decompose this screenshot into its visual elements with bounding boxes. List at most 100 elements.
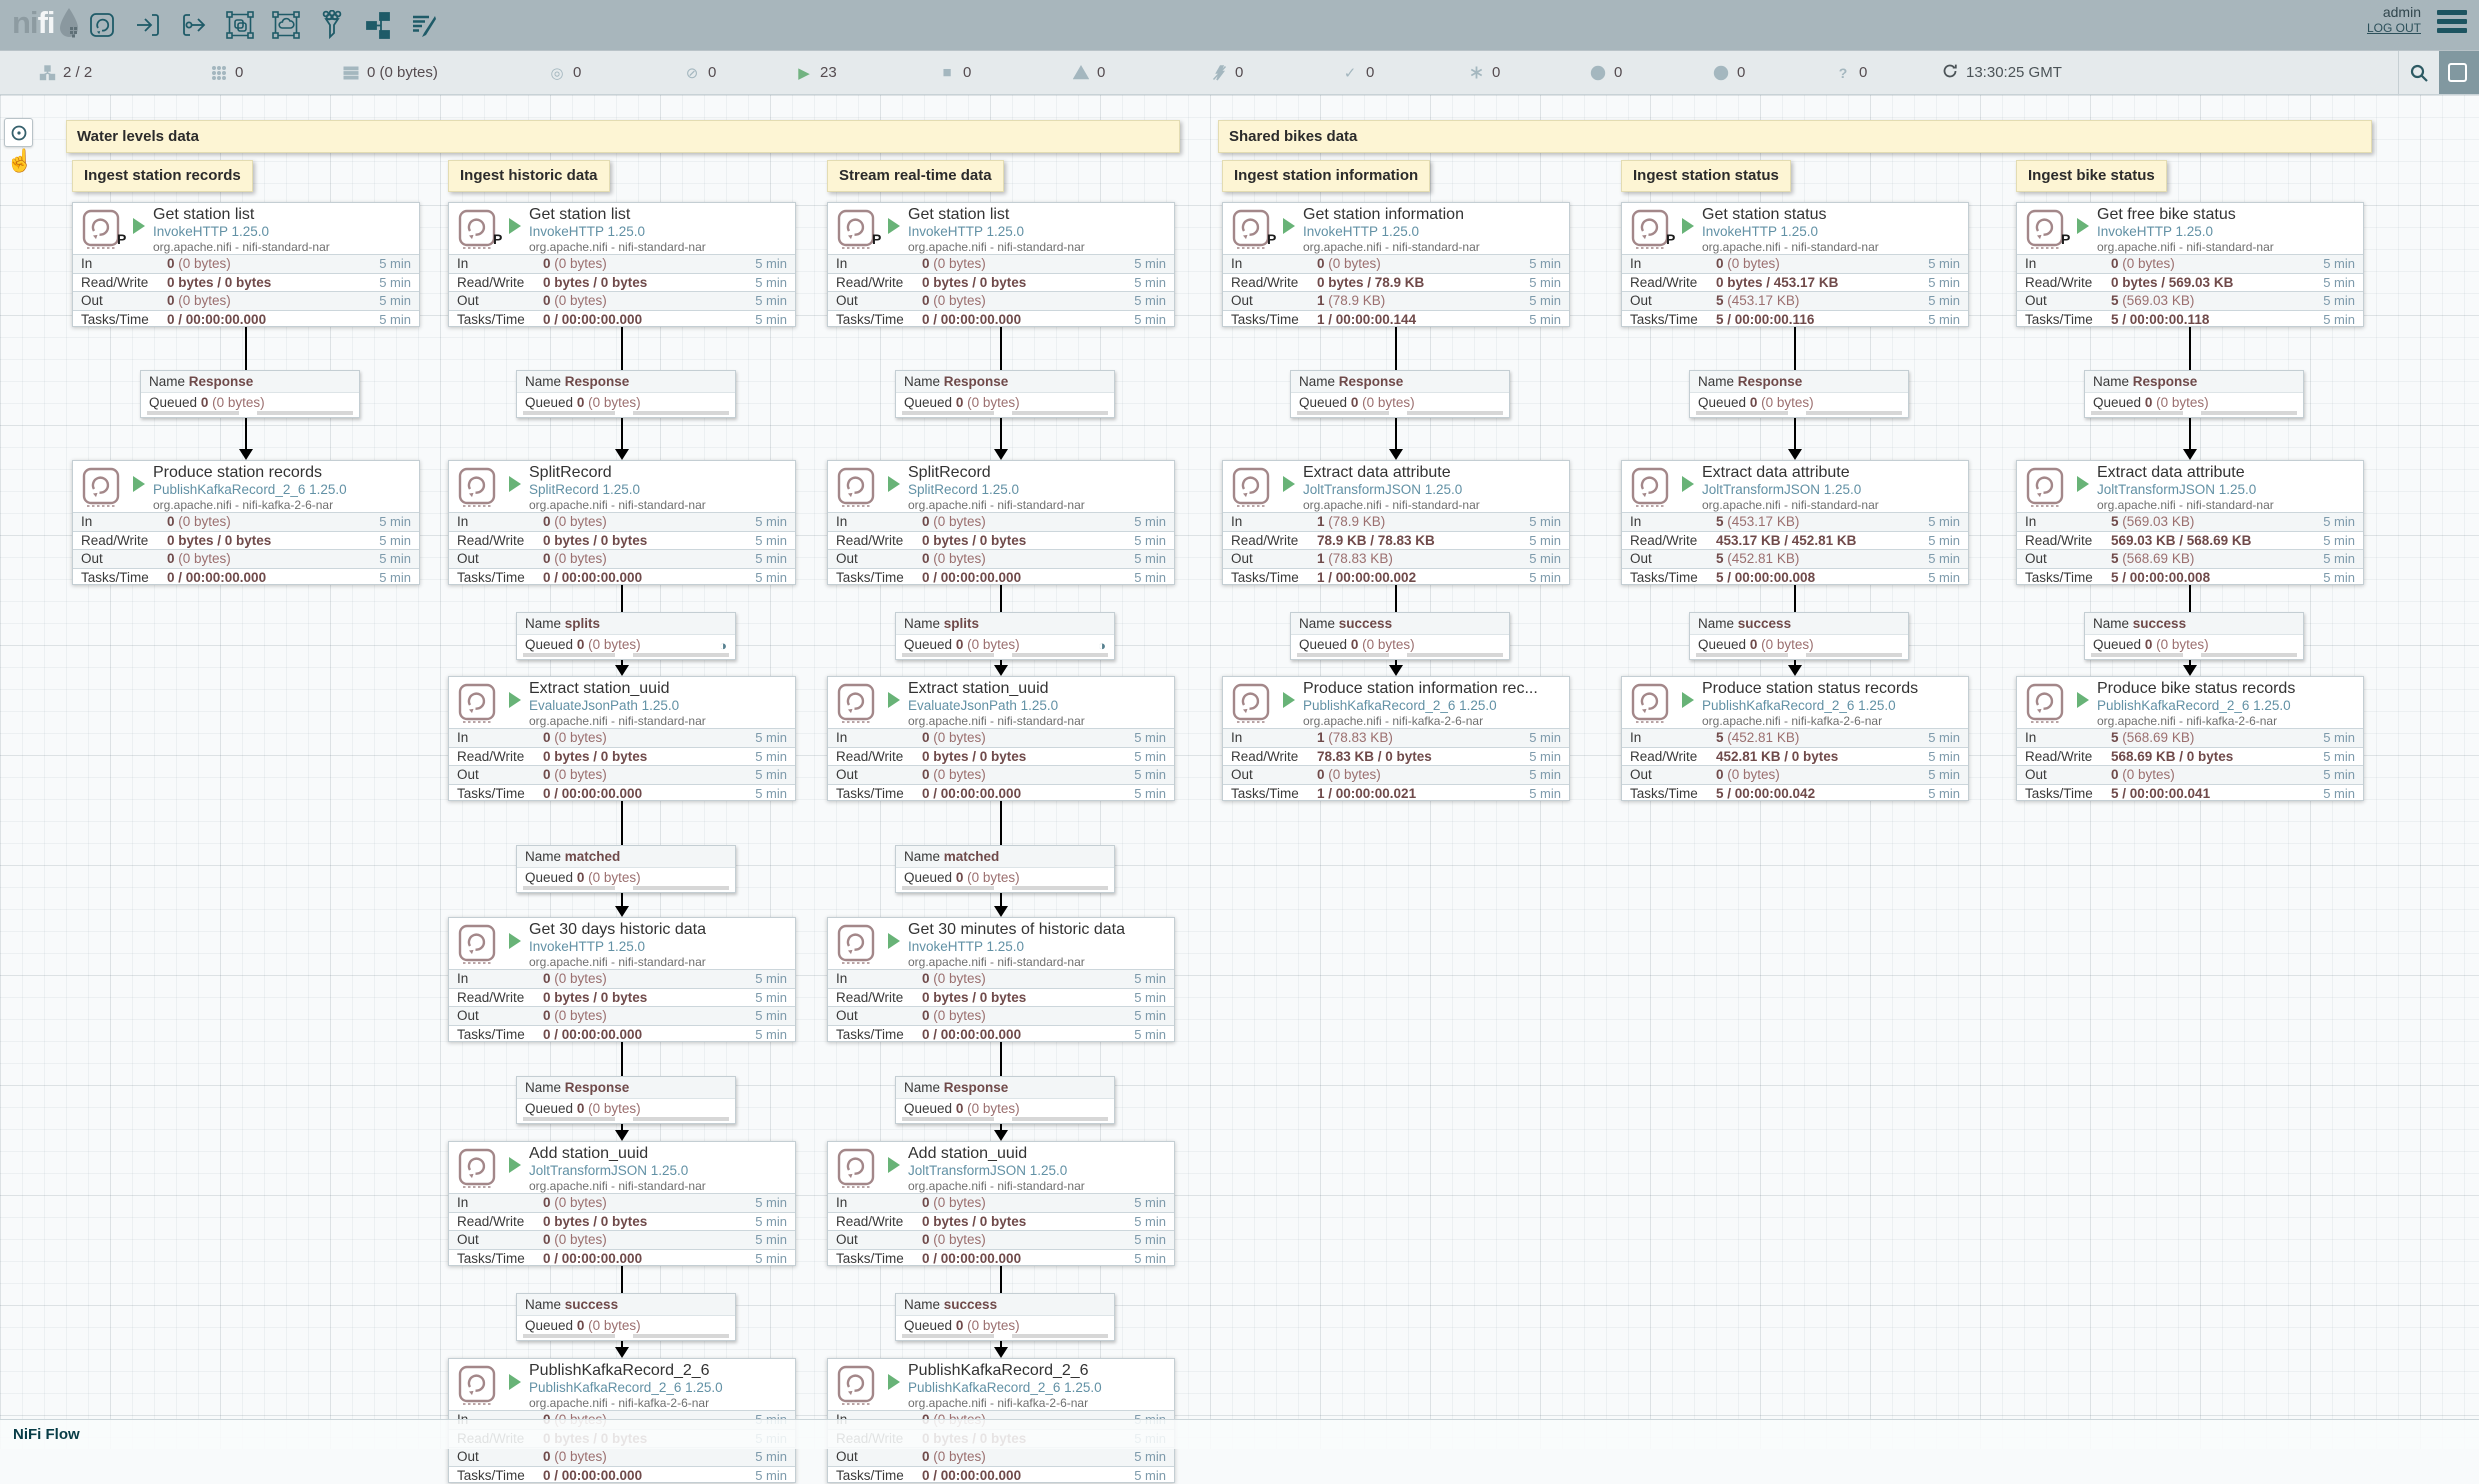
connection-label[interactable]: Name Response Queued 0 (0 bytes): [516, 1076, 736, 1124]
processor-type: InvokeHTTP 1.25.0: [153, 224, 415, 240]
processor[interactable]: SplitRecord SplitRecord 1.25.0 org.apach…: [827, 460, 1175, 585]
processor[interactable]: SplitRecord SplitRecord 1.25.0 org.apach…: [448, 460, 796, 585]
processor[interactable]: Get 30 minutes of historic data InvokeHT…: [827, 917, 1175, 1042]
label-icon[interactable]: [408, 9, 440, 41]
compass-icon: [10, 124, 28, 142]
running-status-icon: [133, 476, 145, 492]
stat-row-read-write: Read/Write 453.17 KB / 452.81 KB 5 min: [1622, 531, 1968, 550]
connection-label[interactable]: Name matched Queued 0 (0 bytes): [516, 845, 736, 893]
processor[interactable]: P Get station information InvokeHTTP 1.2…: [1222, 202, 1570, 327]
corner-square-button[interactable]: [2439, 51, 2479, 94]
processor-name: Get free bike status: [2097, 206, 2359, 224]
processor[interactable]: P Get station status InvokeHTTP 1.25.0 o…: [1621, 202, 1969, 327]
processor[interactable]: P Get station list InvokeHTTP 1.25.0 org…: [72, 202, 420, 327]
funnel-icon[interactable]: [316, 9, 348, 41]
group-label[interactable]: Water levels data: [66, 120, 1180, 153]
stat-not-transmitting: ⊘ 0: [683, 51, 716, 94]
connection-label[interactable]: Name success Queued 0 (0 bytes): [516, 1293, 736, 1341]
template-icon[interactable]: [362, 9, 394, 41]
connection-arrowhead: [615, 1347, 629, 1358]
queue-count-bar: [902, 653, 994, 657]
processor-bundle: org.apache.nifi - nifi-standard-nar: [908, 240, 1170, 254]
processor[interactable]: Add station_uuid JoltTransformJSON 1.25.…: [827, 1141, 1175, 1266]
connection-label[interactable]: Name Response Queued 0 (0 bytes): [516, 370, 736, 418]
group-label[interactable]: Shared bikes data: [1218, 120, 2372, 153]
processor[interactable]: P Get station list InvokeHTTP 1.25.0 org…: [448, 202, 796, 327]
running-status-icon: [888, 692, 900, 708]
stat-row-read-write: Read/Write 78.83 KB / 0 bytes 5 min: [1223, 747, 1569, 766]
processor-name: Get station list: [908, 206, 1170, 224]
section-label[interactable]: Ingest historic data: [448, 160, 610, 192]
stat-row-read-write: Read/Write 0 bytes / 0 bytes 5 min: [828, 747, 1174, 766]
connection-label[interactable]: Name Response Queued 0 (0 bytes): [895, 370, 1115, 418]
search-button[interactable]: [2398, 51, 2439, 94]
processor[interactable]: Produce bike status records PublishKafka…: [2016, 676, 2364, 801]
stat-row-tasks-time: Tasks/Time 0 / 00:00:00.000 5 min: [828, 310, 1174, 329]
connection-label[interactable]: Name success Queued 0 (0 bytes): [895, 1293, 1115, 1341]
output-port-icon[interactable]: [178, 9, 210, 41]
connection-arrowhead: [994, 449, 1008, 460]
stat-row-out: Out 5 (569.03 KB) 5 min: [2017, 291, 2363, 310]
processor-type: InvokeHTTP 1.25.0: [2097, 224, 2359, 240]
stat-row-read-write: Read/Write 0 bytes / 0 bytes 5 min: [449, 988, 795, 1007]
connection-label[interactable]: Name Response Queued 0 (0 bytes): [895, 1076, 1115, 1124]
stat-row-read-write: Read/Write 78.9 KB / 78.83 KB 5 min: [1223, 531, 1569, 550]
processor-icon[interactable]: [86, 9, 118, 41]
queue-count-bar: [523, 411, 615, 415]
connection-label[interactable]: Name matched Queued 0 (0 bytes): [895, 845, 1115, 893]
processor-name: Get station information: [1303, 206, 1565, 224]
connection-queued-row: Queued 0 (0 bytes): [1690, 635, 1908, 659]
remote-process-group-icon[interactable]: [270, 9, 302, 41]
primary-node-badge: P: [493, 231, 502, 247]
breadcrumb-root[interactable]: NiFi Flow: [13, 1426, 80, 1443]
processor-type-icon: [1630, 208, 1670, 255]
processor[interactable]: P Get station list InvokeHTTP 1.25.0 org…: [827, 202, 1175, 327]
processor[interactable]: Produce station status records PublishKa…: [1621, 676, 1969, 801]
processor-type-icon: [457, 923, 497, 970]
processor[interactable]: Extract data attribute JoltTransformJSON…: [1621, 460, 1969, 585]
processor[interactable]: Get 30 days historic data InvokeHTTP 1.2…: [448, 917, 796, 1042]
stat-row-read-write: Read/Write 0 bytes / 569.03 KB 5 min: [2017, 273, 2363, 292]
connection-label[interactable]: Name Response Queued 0 (0 bytes): [1689, 370, 1909, 418]
processor-type-icon: [2025, 208, 2065, 255]
processor[interactable]: Extract data attribute JoltTransformJSON…: [1222, 460, 1570, 585]
process-group-icon[interactable]: [224, 9, 256, 41]
connection-name-row: Name splits: [517, 613, 735, 635]
navigate-palette-button[interactable]: [4, 118, 33, 147]
processor[interactable]: Extract station_uuid EvaluateJsonPath 1.…: [448, 676, 796, 801]
connection-label[interactable]: Name success Queued 0 (0 bytes): [1689, 612, 1909, 660]
connection-queued-row: Queued 0 (0 bytes): [517, 868, 735, 892]
connection-queued-row: Queued 0 (0 bytes): [2085, 635, 2303, 659]
processor[interactable]: P Get free bike status InvokeHTTP 1.25.0…: [2016, 202, 2364, 327]
processor[interactable]: Produce station records PublishKafkaReco…: [72, 460, 420, 585]
processor[interactable]: Extract data attribute JoltTransformJSON…: [2016, 460, 2364, 585]
connection-label[interactable]: Name success Queued 0 (0 bytes): [2084, 612, 2304, 660]
input-port-icon[interactable]: [132, 9, 164, 41]
hand-cursor-icon[interactable]: ☝: [6, 148, 33, 174]
global-menu-icon[interactable]: [2437, 10, 2467, 37]
processor-type: JoltTransformJSON 1.25.0: [2097, 482, 2359, 498]
flow-canvas[interactable]: Water levels data Shared bikes data Ingest…: [0, 95, 2479, 1449]
stat-row-in: In 0 (0 bytes) 5 min: [449, 512, 795, 531]
stat-row-in: In 0 (0 bytes) 5 min: [828, 969, 1174, 988]
square-outline-icon: [2448, 63, 2467, 82]
log-out-link[interactable]: LOG OUT: [2367, 20, 2421, 36]
connection-label[interactable]: Name splits Queued 0 (0 bytes) ◑: [895, 612, 1115, 660]
connection-label[interactable]: Name Response Queued 0 (0 bytes): [2084, 370, 2304, 418]
connection-label[interactable]: Name splits Queued 0 (0 bytes) ◑: [516, 612, 736, 660]
queue-size-bar: [2201, 653, 2297, 657]
section-label[interactable]: Ingest station records: [72, 160, 253, 192]
processor[interactable]: Extract station_uuid EvaluateJsonPath 1.…: [827, 676, 1175, 801]
section-label[interactable]: Ingest bike status: [2016, 160, 2167, 192]
connection-label[interactable]: Name success Queued 0 (0 bytes): [1290, 612, 1510, 660]
stat-row-in: In 0 (0 bytes) 5 min: [828, 254, 1174, 273]
connection-queued-row: Queued 0 (0 bytes): [1291, 635, 1509, 659]
processor-bundle: org.apache.nifi - nifi-standard-nar: [1303, 240, 1565, 254]
section-label[interactable]: Ingest station information: [1222, 160, 1430, 192]
connection-label[interactable]: Name Response Queued 0 (0 bytes): [140, 370, 360, 418]
section-label[interactable]: Ingest station status: [1621, 160, 1791, 192]
processor[interactable]: Produce station information rec... Publi…: [1222, 676, 1570, 801]
section-label[interactable]: Stream real-time data: [827, 160, 1004, 192]
connection-label[interactable]: Name Response Queued 0 (0 bytes): [1290, 370, 1510, 418]
processor[interactable]: Add station_uuid JoltTransformJSON 1.25.…: [448, 1141, 796, 1266]
